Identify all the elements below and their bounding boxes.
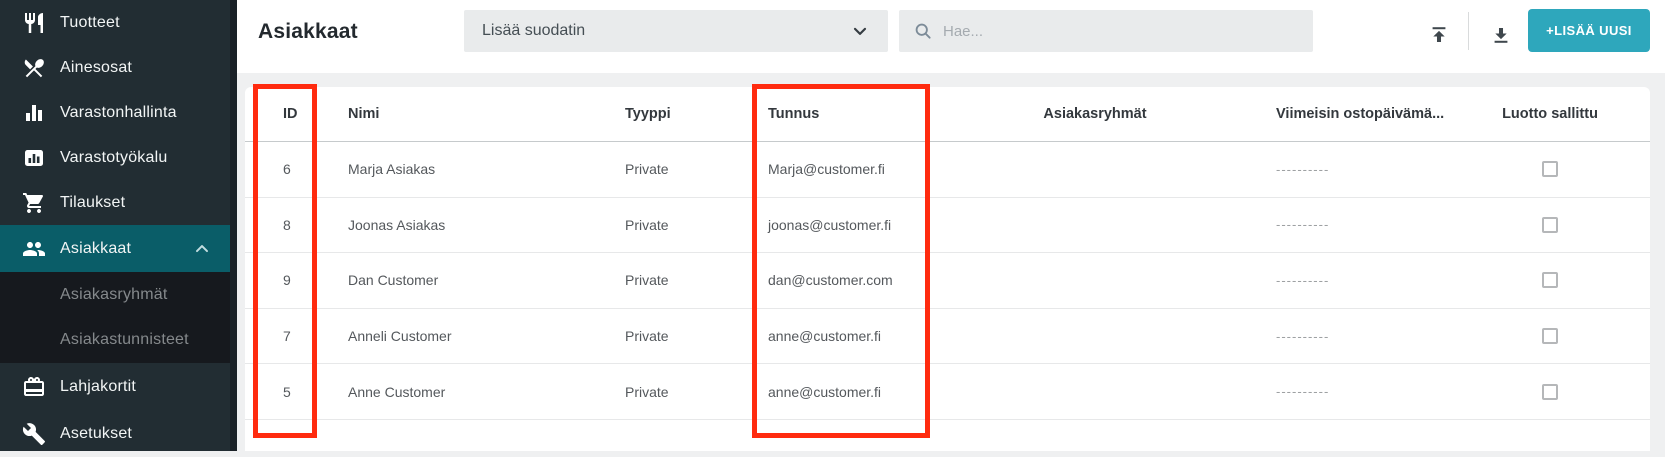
sidebar-item-label: Varastotyökalu [60, 149, 167, 167]
sidebar-item-asiakasryhmat[interactable]: Asiakasryhmät [0, 272, 230, 318]
cell-viimeisin: ---------- [1240, 329, 1450, 344]
cell-tyyppi: Private [610, 328, 740, 344]
table-row[interactable]: 8 Joonas Asiakas Private joonas@customer… [245, 198, 1650, 254]
column-header-id[interactable]: ID [245, 106, 330, 122]
column-header-luotto[interactable]: Luotto sallittu [1450, 106, 1650, 122]
cell-nimi: Anneli Customer [330, 328, 610, 344]
page-title: Asiakkaat [258, 20, 358, 44]
cell-id: 9 [245, 272, 330, 288]
sidebar: Tuotteet Ainesosat Varastonhallinta Vara… [0, 0, 230, 451]
table-row[interactable]: 9 Dan Customer Private dan@customer.com … [245, 253, 1650, 309]
sidebar-item-asiakastunnisteet[interactable]: Asiakastunnisteet [0, 318, 230, 364]
cell-viimeisin: ---------- [1240, 273, 1450, 288]
cell-id: 8 [245, 217, 330, 233]
credit-allowed-checkbox[interactable] [1542, 384, 1558, 400]
sidebar-item-ainesosat[interactable]: Ainesosat [0, 45, 230, 90]
cell-nimi: Anne Customer [330, 384, 610, 400]
sidebar-item-label: Asiakkaat [60, 240, 131, 258]
cell-tunnus: dan@customer.com [740, 272, 950, 288]
chart-box-icon [22, 146, 46, 170]
sidebar-item-label: Varastonhallinta [60, 104, 177, 122]
column-header-viimeisin[interactable]: Viimeisin ostopäivämä... [1240, 106, 1450, 122]
sidebar-item-label: Ainesosat [60, 59, 132, 77]
sidebar-item-asetukset[interactable]: Asetukset [0, 410, 230, 457]
bar-chart-icon [22, 101, 46, 125]
table-row[interactable]: 7 Anneli Customer Private anne@customer.… [245, 309, 1650, 365]
people-icon [22, 237, 46, 261]
cell-tunnus: anne@customer.fi [740, 384, 950, 400]
credit-allowed-checkbox[interactable] [1542, 328, 1558, 344]
sidebar-submenu-asiakkaat: Asiakasryhmät Asiakastunnisteet [0, 272, 230, 363]
cell-id: 7 [245, 328, 330, 344]
sidebar-item-tilaukset[interactable]: Tilaukset [0, 180, 230, 225]
submenu-item-label: Asiakasryhmät [60, 286, 168, 304]
import-button[interactable] [1422, 18, 1456, 52]
sidebar-item-lahjakortit[interactable]: Lahjakortit [0, 363, 230, 410]
cell-id: 6 [245, 161, 330, 177]
search-box [899, 10, 1313, 52]
cell-tyyppi: Private [610, 161, 740, 177]
restaurant-icon [22, 11, 46, 35]
credit-allowed-checkbox[interactable] [1542, 217, 1558, 233]
sidebar-item-label: Lahjakortit [60, 378, 136, 396]
search-icon [913, 21, 933, 41]
cell-tunnus: Marja@customer.fi [740, 161, 950, 177]
upload-icon [1428, 24, 1450, 46]
column-header-asiakasryhmat[interactable]: Asiakasryhmät [950, 106, 1240, 122]
table-row[interactable]: 5 Anne Customer Private anne@customer.fi… [245, 364, 1650, 420]
cart-icon [22, 191, 46, 215]
sidebar-item-tuotteet[interactable]: Tuotteet [0, 0, 230, 45]
table-row[interactable]: 6 Marja Asiakas Private Marja@customer.f… [245, 142, 1650, 198]
column-header-tyyppi[interactable]: Tyyppi [610, 106, 740, 122]
cell-tunnus: anne@customer.fi [740, 328, 950, 344]
add-new-button[interactable]: +LISÄÄ UUSI [1528, 9, 1650, 52]
sidebar-item-varastotyokalu[interactable]: Varastotyökalu [0, 135, 230, 180]
customers-table: ID Nimi Tyyppi Tunnus Asiakasryhmät Viim… [245, 87, 1650, 451]
utensils-crossed-icon [22, 56, 46, 80]
cell-tunnus: joonas@customer.fi [740, 217, 950, 233]
column-header-tunnus[interactable]: Tunnus [740, 106, 950, 122]
cell-nimi: Dan Customer [330, 272, 610, 288]
cell-nimi: Marja Asiakas [330, 161, 610, 177]
download-icon [1490, 24, 1512, 46]
topbar: Asiakkaat Lisää suodatin +LISÄÄ UUSI [237, 0, 1665, 73]
submenu-item-label: Asiakastunnisteet [60, 331, 189, 349]
cell-tyyppi: Private [610, 217, 740, 233]
chevron-down-icon [850, 21, 870, 41]
export-button[interactable] [1484, 18, 1518, 52]
giftcard-icon [22, 375, 46, 399]
credit-allowed-checkbox[interactable] [1542, 161, 1558, 177]
wrench-icon [22, 422, 46, 446]
sidebar-item-label: Tilaukset [60, 194, 125, 212]
table-header-row: ID Nimi Tyyppi Tunnus Asiakasryhmät Viim… [245, 87, 1650, 142]
sidebar-item-label: Tuotteet [60, 14, 120, 32]
toolbar-divider [1468, 12, 1469, 50]
chevron-up-icon [192, 239, 212, 259]
sidebar-item-varastonhallinta[interactable]: Varastonhallinta [0, 90, 230, 135]
column-header-nimi[interactable]: Nimi [330, 106, 610, 122]
cell-viimeisin: ---------- [1240, 162, 1450, 177]
cell-nimi: Joonas Asiakas [330, 217, 610, 233]
sidebar-item-asiakkaat[interactable]: Asiakkaat [0, 225, 230, 272]
filter-dropdown-label: Lisää suodatin [482, 22, 585, 40]
search-input[interactable] [943, 23, 1299, 40]
credit-allowed-checkbox[interactable] [1542, 272, 1558, 288]
sidebar-right-edge [230, 0, 237, 451]
filter-dropdown[interactable]: Lisää suodatin [464, 10, 888, 52]
cell-viimeisin: ---------- [1240, 384, 1450, 399]
cell-viimeisin: ---------- [1240, 217, 1450, 232]
cell-id: 5 [245, 384, 330, 400]
sidebar-item-label: Asetukset [60, 425, 132, 443]
cell-tyyppi: Private [610, 272, 740, 288]
cell-tyyppi: Private [610, 384, 740, 400]
